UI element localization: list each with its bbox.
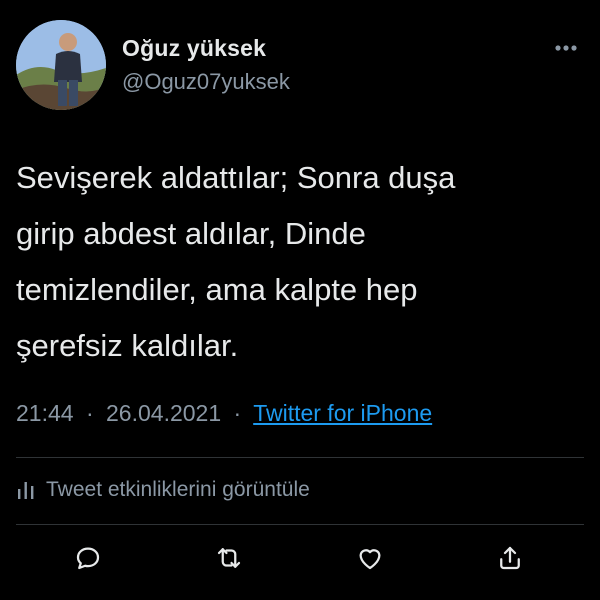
tweet-text: Sevişerek aldattılar; Sonra duşa girip a… bbox=[16, 160, 456, 363]
reply-icon[interactable] bbox=[68, 538, 108, 578]
meta-separator: · bbox=[85, 400, 94, 426]
divider bbox=[16, 457, 584, 458]
tweet-meta: 21:44 · 26.04.2021 · Twitter for iPhone bbox=[16, 400, 432, 427]
more-dots-icon[interactable] bbox=[550, 36, 582, 60]
view-tweet-activity[interactable]: Tweet etkinliklerini görüntüle bbox=[16, 478, 310, 502]
tweet-actions bbox=[0, 538, 600, 578]
retweet-icon[interactable] bbox=[209, 538, 249, 578]
tweet-time[interactable]: 21:44 bbox=[16, 400, 74, 426]
user-handle[interactable]: @Oguz07yuksek bbox=[122, 68, 290, 96]
meta-separator: · bbox=[233, 400, 242, 426]
divider bbox=[16, 524, 584, 525]
share-icon[interactable] bbox=[490, 538, 530, 578]
tweet-header: Oğuz yüksek @Oguz07yuksek bbox=[16, 20, 584, 112]
tweet-source-link[interactable]: Twitter for iPhone bbox=[253, 400, 432, 426]
avatar[interactable] bbox=[16, 20, 106, 110]
tweet-date[interactable]: 26.04.2021 bbox=[106, 400, 221, 426]
analytics-icon bbox=[16, 479, 36, 501]
tweet-detail: Oğuz yüksek @Oguz07yuksek Sevişerek alda… bbox=[0, 0, 600, 600]
activity-label: Tweet etkinliklerini görüntüle bbox=[46, 478, 310, 501]
like-icon[interactable] bbox=[350, 538, 390, 578]
display-name[interactable]: Oğuz yüksek bbox=[122, 34, 290, 62]
